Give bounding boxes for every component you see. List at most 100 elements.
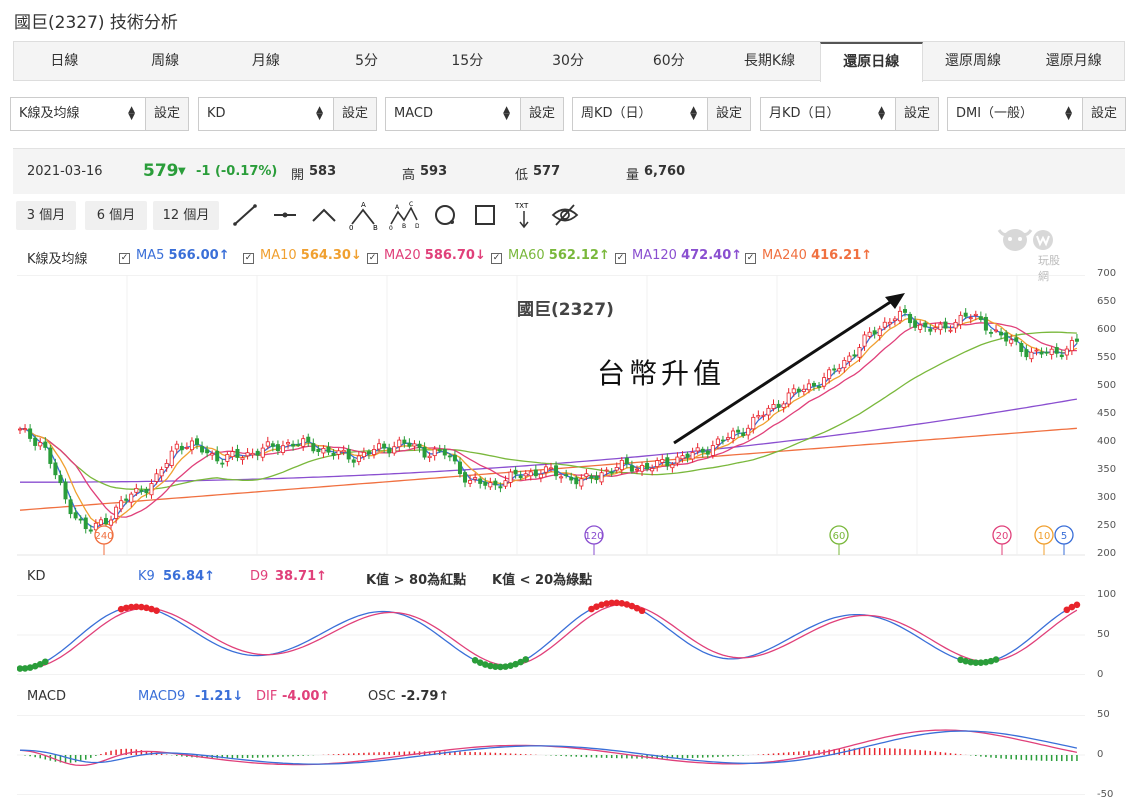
indicator-select[interactable]: DMI（一般） ▲ ▼ (948, 98, 1082, 130)
candle-body (1064, 348, 1069, 356)
settings-button[interactable]: 設定 (895, 98, 938, 130)
candle-body (109, 519, 114, 526)
range-12m-button[interactable]: 12 個月 (153, 201, 219, 230)
candle-body (887, 321, 892, 325)
candle-body (377, 443, 382, 450)
candle-body (205, 449, 210, 454)
candle-body (933, 327, 938, 330)
tab-8[interactable]: 還原日線 (819, 42, 923, 82)
candle-body (710, 445, 715, 456)
tab-10[interactable]: 還原月線 (1023, 42, 1124, 80)
horizontal-line-tool-icon[interactable] (270, 200, 300, 230)
candle-body (407, 442, 412, 447)
checkbox-icon[interactable]: ✓ (367, 253, 378, 264)
candle-body (306, 436, 311, 443)
kd-chart[interactable] (17, 595, 1085, 675)
ma-legend-ma240[interactable]: ✓ MA240 416.21↑ (745, 248, 872, 264)
indicator-select[interactable]: 月KD（日） ▲ ▼ (761, 98, 895, 130)
macd-line (19, 730, 1078, 765)
macd-panel-label: MACD (27, 689, 66, 704)
kd-note-green: K值 < 20為綠點 (492, 573, 593, 588)
candle-body (670, 464, 675, 469)
svg-text:240: 240 (94, 531, 113, 542)
settings-button[interactable]: 設定 (333, 98, 376, 130)
tab-0[interactable]: 日線 (14, 42, 115, 80)
indicator-select[interactable]: KD ▲ ▼ (199, 98, 333, 130)
tab-1[interactable]: 周線 (115, 42, 216, 80)
settings-button[interactable]: 設定 (1082, 98, 1125, 130)
settings-button[interactable]: 設定 (145, 98, 188, 130)
tab-9[interactable]: 還原周線 (923, 42, 1024, 80)
candle-body (498, 486, 503, 489)
kd-k-value: 56.84↑ (163, 569, 216, 584)
indicator-select[interactable]: MACD ▲ ▼ (386, 98, 520, 130)
settings-button[interactable]: 設定 (520, 98, 563, 130)
macd-name: MACD9 (138, 689, 186, 704)
checkbox-icon[interactable]: ✓ (615, 253, 626, 264)
y-axis-tick: 400 (1097, 436, 1117, 447)
candle-body (801, 388, 806, 392)
candle-body (88, 529, 93, 532)
abc-pattern-tool-icon[interactable]: A 0 B (349, 200, 379, 230)
circle-tool-icon[interactable] (430, 200, 460, 230)
ma240-line (19, 427, 1077, 511)
candle-body (129, 493, 134, 503)
candle-body (614, 467, 619, 471)
candle-body (882, 321, 887, 328)
select-caret-icon: ▲ ▼ (316, 105, 323, 122)
candle-body (756, 415, 761, 418)
tab-3[interactable]: 5分 (316, 42, 417, 80)
checkbox-icon[interactable]: ✓ (119, 253, 130, 264)
candle-body (225, 454, 230, 462)
y-axis-tick: 50 (1097, 709, 1110, 720)
rectangle-tool-icon[interactable] (470, 200, 500, 230)
tab-6[interactable]: 60分 (618, 42, 719, 80)
text-tool-icon[interactable]: TXT (509, 200, 539, 230)
page-title: 國巨(2327) 技術分析 (14, 13, 178, 33)
checkbox-icon[interactable]: ✓ (243, 253, 254, 264)
price-chart[interactable]: 國巨(2327) 台幣升值 240 120 60 20 10 5 (17, 275, 1085, 556)
ma-name: MA20 (384, 248, 421, 263)
candle-body (559, 476, 564, 479)
candle-body (473, 477, 478, 480)
hide-drawings-icon[interactable] (550, 200, 580, 230)
candle-body (645, 463, 650, 470)
candle-body (341, 449, 346, 453)
ma-legend-ma20[interactable]: ✓ MA20 586.70↓ (367, 248, 486, 264)
candle-body (766, 407, 771, 416)
ma-legend-ma60[interactable]: ✓ MA60 562.12↑ (491, 248, 610, 264)
abcd-pattern-tool-icon[interactable]: A C 0 B D (389, 200, 419, 230)
tab-7[interactable]: 長期K線 (719, 42, 820, 80)
kd-red-dot (153, 607, 160, 614)
checkbox-icon[interactable]: ✓ (745, 253, 756, 264)
candle-body (119, 500, 124, 510)
tab-4[interactable]: 15分 (417, 42, 518, 80)
ma-legend-ma10[interactable]: ✓ MA10 564.30↓ (243, 248, 362, 264)
indicator-select[interactable]: K線及均線 ▲ ▼ (11, 98, 145, 130)
candle-body (230, 451, 235, 458)
line-tool-icon[interactable] (230, 200, 260, 230)
checkbox-icon[interactable]: ✓ (491, 253, 502, 264)
tab-2[interactable]: 月線 (215, 42, 316, 80)
candle-body (210, 453, 215, 456)
tab-5[interactable]: 30分 (518, 42, 619, 80)
ma-legend-ma5[interactable]: ✓ MA5 566.00↑ (119, 248, 230, 264)
range-6m-button[interactable]: 6 個月 (85, 201, 147, 230)
ma-legend-ma120[interactable]: ✓ MA120 472.40↑ (615, 248, 742, 264)
indicator-select[interactable]: 周KD（日） ▲ ▼ (573, 98, 707, 130)
ma60-line (19, 331, 1077, 491)
low-value: 577 (533, 164, 561, 179)
settings-button[interactable]: 設定 (707, 98, 750, 130)
range-3m-button[interactable]: 3 個月 (16, 201, 76, 230)
candle-body (569, 476, 574, 481)
candle-body (781, 403, 786, 408)
svg-text:A: A (361, 201, 366, 209)
kd-d-name: D9 (250, 569, 269, 584)
ma10-line (19, 316, 1078, 526)
svg-text:B: B (373, 224, 378, 230)
macd-chart[interactable] (17, 715, 1085, 795)
candle-body (705, 450, 710, 455)
angle-tool-icon[interactable] (309, 200, 339, 230)
candle-body (200, 446, 205, 453)
ma-value: 566.00↑ (168, 248, 230, 263)
